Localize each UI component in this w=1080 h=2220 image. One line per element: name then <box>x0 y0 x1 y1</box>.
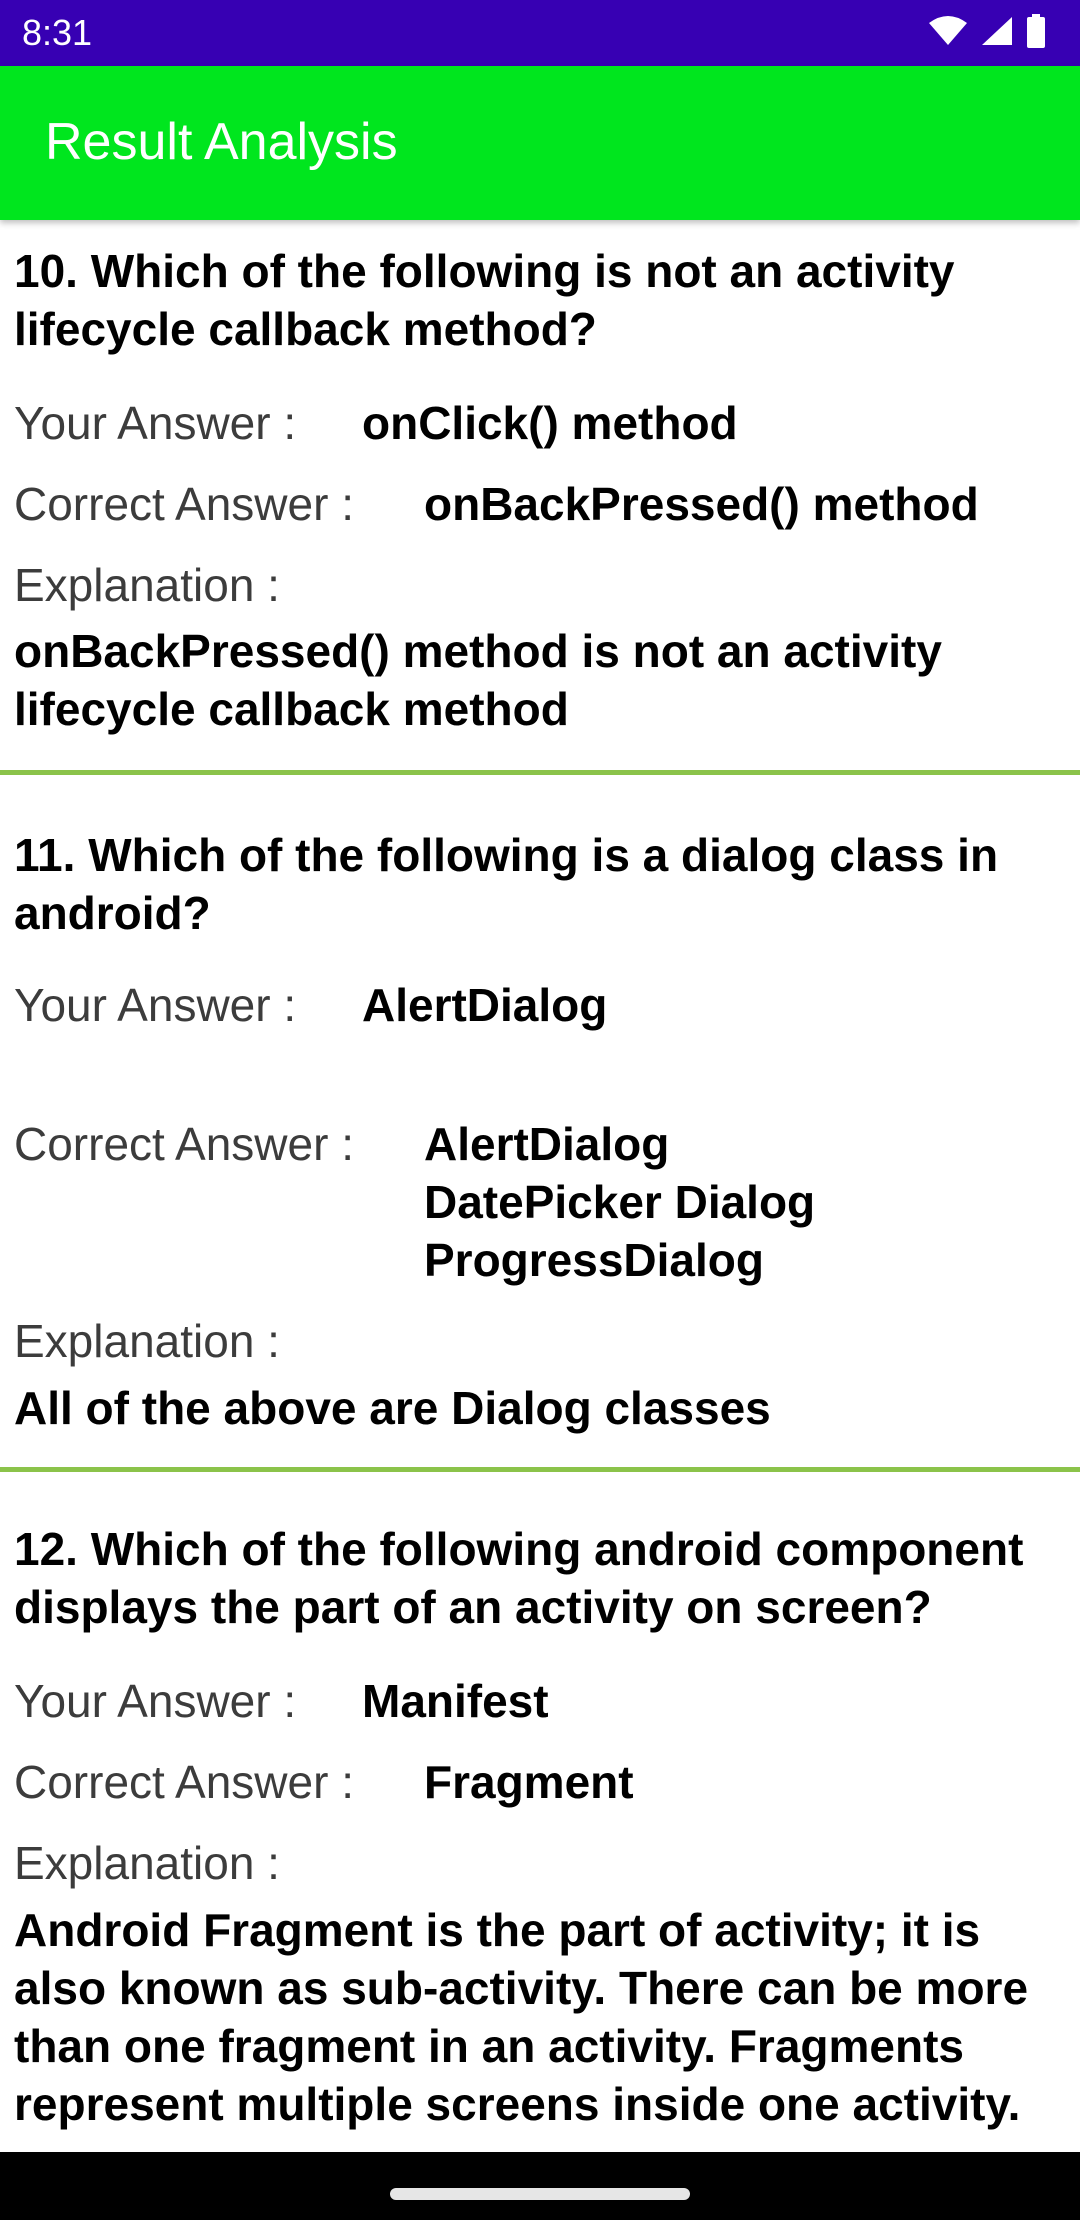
question-card: 12. Which of the following android compo… <box>0 1470 1080 2152</box>
your-answer-value: AlertDialog <box>362 979 608 1031</box>
status-bar: 8:31 <box>0 0 1080 66</box>
your-answer-label: Your Answer : <box>14 397 297 449</box>
explanation-label: Explanation : <box>14 1315 280 1367</box>
explanation-text: All of the above are Dialog classes <box>14 1382 771 1434</box>
question-text: 12. Which of the following android compo… <box>14 1523 1024 1633</box>
explanation-label: Explanation : <box>14 1837 280 1889</box>
your-answer-value: Manifest <box>362 1675 549 1727</box>
battery-icon <box>1026 13 1046 53</box>
navigation-bar <box>0 2152 1080 2220</box>
app-title: Result Analysis <box>45 113 398 171</box>
home-gesture-handle[interactable] <box>390 2188 690 2200</box>
explanation-label: Explanation : <box>14 559 280 611</box>
question-text: 10. Which of the following is not an act… <box>14 245 955 355</box>
correct-answer-label: Correct Answer : <box>14 1756 354 1808</box>
result-list[interactable]: 10. Which of the following is not an act… <box>0 220 1080 2152</box>
your-answer-label: Your Answer : <box>14 979 297 1031</box>
your-answer-label: Your Answer : <box>14 1675 297 1727</box>
question-card: 11. Which of the following is a dialog c… <box>0 772 1080 1472</box>
app-bar: Result Analysis <box>0 66 1080 220</box>
correct-answer-label: Correct Answer : <box>14 1118 354 1170</box>
correct-answer-label: Correct Answer : <box>14 478 354 530</box>
status-time: 8:31 <box>22 12 93 53</box>
correct-answer-value: Fragment <box>424 1756 634 1808</box>
your-answer-value: onClick() method <box>362 397 738 449</box>
status-icons <box>928 13 1046 53</box>
explanation-text: onBackPressed() method is not an activit… <box>14 625 942 735</box>
correct-answer-value: onBackPressed() method <box>424 478 979 530</box>
question-card: 10. Which of the following is not an act… <box>0 220 1080 775</box>
wifi-icon <box>928 15 968 52</box>
explanation-text: Android Fragment is the part of activity… <box>14 1904 1029 2130</box>
correct-answer-value: AlertDialog DatePicker Dialog ProgressDi… <box>424 1118 816 1286</box>
question-text: 11. Which of the following is a dialog c… <box>14 829 999 939</box>
cellular-signal-icon <box>980 15 1014 52</box>
